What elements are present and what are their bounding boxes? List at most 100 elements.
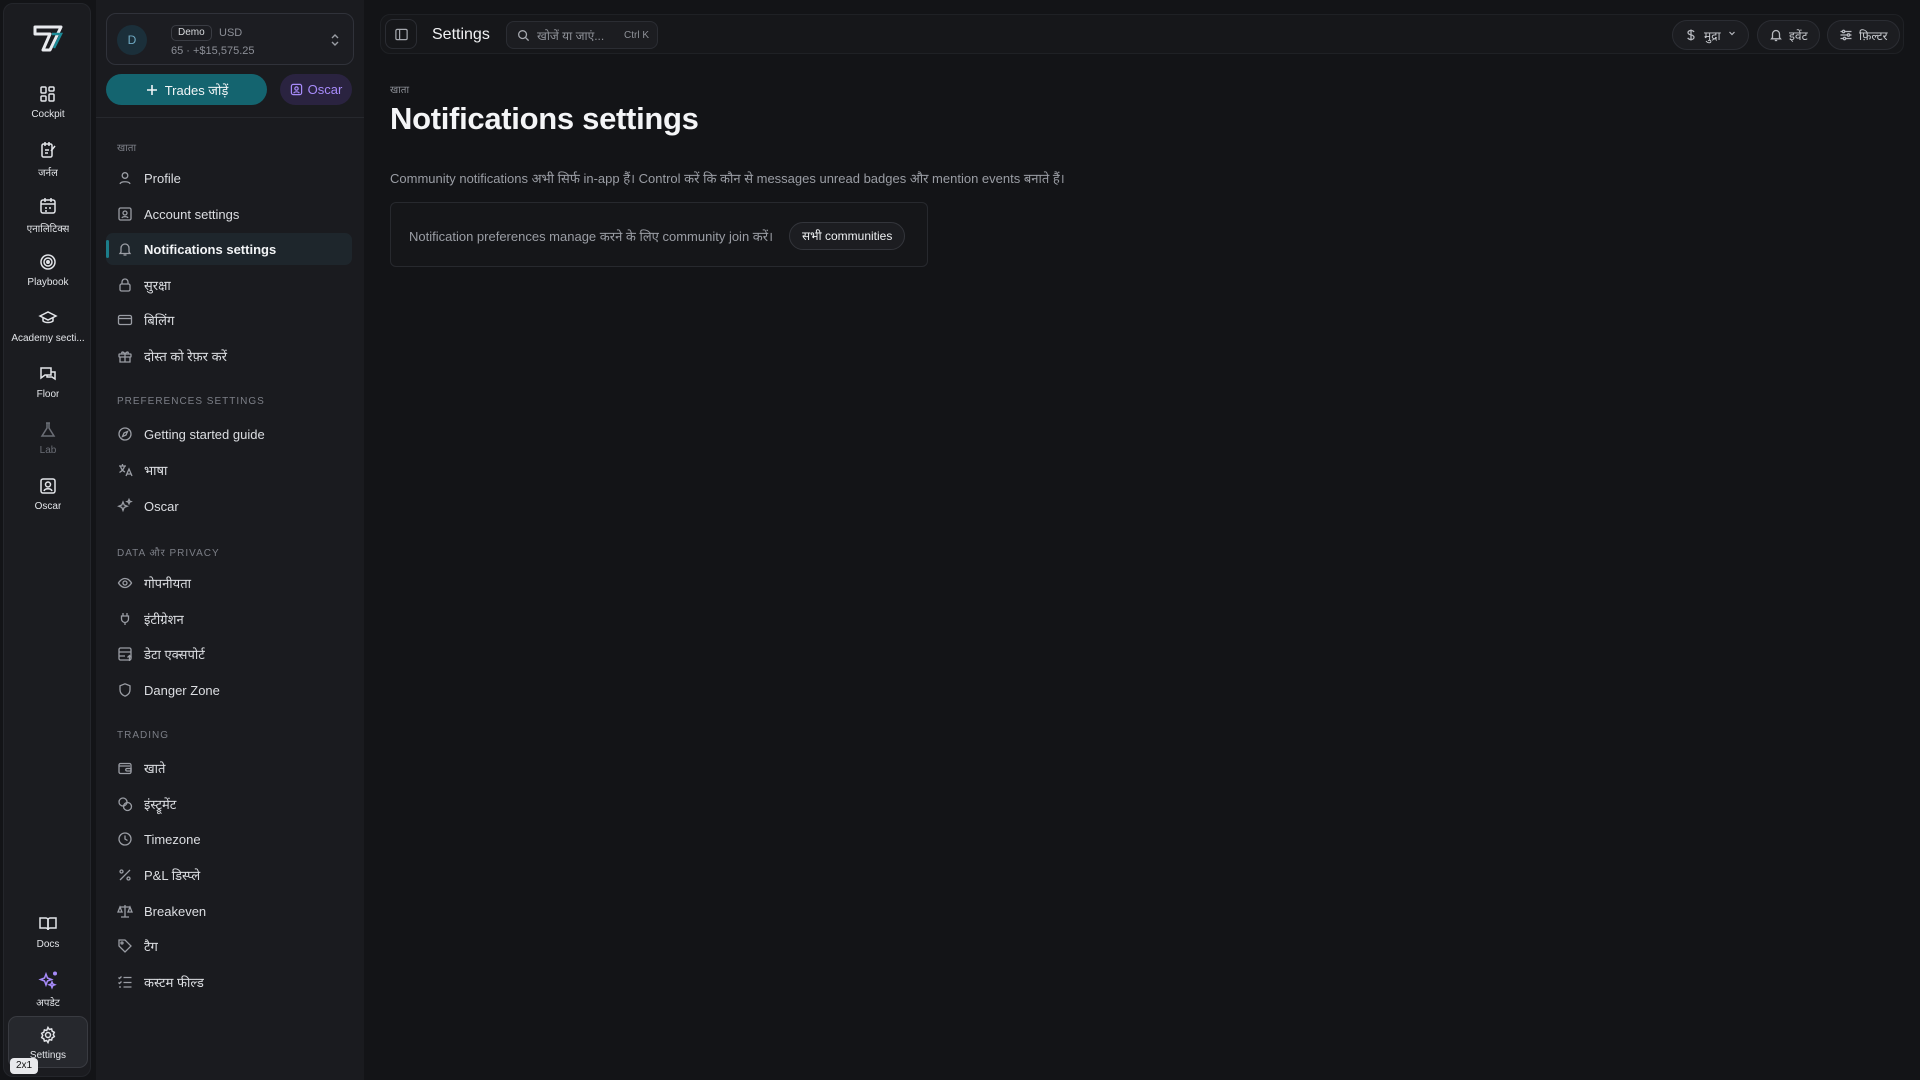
oscar-icon — [38, 476, 58, 496]
currency-dropdown[interactable]: मुद्रा — [1672, 20, 1749, 50]
account-type-badge: Demo — [171, 25, 212, 41]
plus-icon — [145, 83, 159, 97]
shield-icon — [117, 682, 133, 698]
scale-icon — [117, 903, 133, 919]
nav-label: कस्टम फील्ड — [144, 975, 204, 990]
chevron-down-icon — [1727, 28, 1737, 42]
all-communities-button[interactable]: सभी communities — [789, 222, 906, 250]
rail-item-journal[interactable]: जर्नल — [8, 138, 88, 190]
app-logo[interactable] — [30, 20, 66, 56]
coins-icon — [117, 796, 133, 812]
events-button[interactable]: इवेंट — [1757, 20, 1820, 50]
divider — [96, 117, 364, 118]
nav-label: बिलिंग — [144, 313, 175, 328]
nav-label: Notifications settings — [144, 241, 277, 257]
wallet-icon — [117, 760, 133, 776]
gift-icon — [117, 348, 133, 364]
clock-icon — [117, 831, 133, 847]
nav-item-danger-zone[interactable]: Danger Zone — [106, 674, 352, 706]
rail-item-docs[interactable]: Docs — [8, 912, 88, 964]
account-switcher[interactable]: D Demo USD 65 · +$15,575.25 — [106, 13, 354, 65]
rail-label: जर्नल — [38, 168, 58, 179]
oscar-button[interactable]: Oscar — [280, 74, 352, 105]
nav-label: Breakeven — [144, 903, 207, 919]
nav-item-getting-started[interactable]: Getting started guide — [106, 418, 352, 450]
top-bar: Settings खोजें या जाएं... Ctrl K मुद्रा … — [380, 14, 1904, 54]
nav-label: खाते — [144, 761, 166, 776]
rail-label: Academy secti... — [11, 333, 85, 344]
rail-label: Docs — [36, 939, 60, 950]
compass-icon — [117, 426, 133, 442]
search-shortcut: Ctrl K — [624, 29, 649, 41]
nav-item-privacy[interactable]: गोपनीयता — [106, 567, 352, 599]
rail-label: एनालिटिक्स — [26, 224, 70, 235]
bell-icon — [117, 241, 133, 257]
rail-item-floor[interactable]: Floor — [8, 362, 88, 414]
currency-label: मुद्रा — [1704, 28, 1721, 43]
shortcut-badge: 2x1 — [10, 1058, 39, 1074]
nav-item-profile[interactable]: Profile — [106, 162, 352, 194]
nav-label: डेटा एक्सपोर्ट — [144, 647, 205, 662]
nav-item-billing[interactable]: बिलिंग — [106, 304, 352, 336]
sparkles-icon — [117, 498, 133, 514]
nav-item-custom-fields[interactable]: कस्टम फील्ड — [106, 966, 352, 998]
nav-item-tags[interactable]: टैग — [106, 930, 352, 962]
nav-item-breakeven[interactable]: Breakeven — [106, 895, 352, 927]
rail-item-analytics[interactable]: एनालिटिक्स — [8, 194, 88, 246]
search-input[interactable]: खोजें या जाएं... Ctrl K — [506, 21, 658, 49]
nav-item-notifications-settings[interactable]: Notifications settings — [106, 233, 352, 265]
nav-item-pnl-display[interactable]: P&L डिस्प्ले — [106, 859, 352, 891]
rail-item-oscar[interactable]: Oscar — [8, 474, 88, 526]
settings-icon — [38, 1025, 58, 1045]
tag-icon — [117, 938, 133, 954]
credit-card-icon — [117, 312, 133, 328]
database-export-icon — [117, 646, 133, 662]
rail-item-updates[interactable]: अपडेट — [8, 968, 88, 1020]
settings-sidebar: D Demo USD 65 · +$15,575.25 Trades जोड़े… — [96, 0, 364, 1080]
nav-item-refer-friend[interactable]: दोस्त को रेफ़र करें — [106, 340, 352, 372]
events-label: इवेंट — [1789, 28, 1808, 43]
nav-label: गोपनीयता — [144, 576, 191, 591]
rail-item-playbook[interactable]: Playbook — [8, 250, 88, 302]
nav-label: Oscar — [144, 498, 179, 514]
nav-label: Account settings — [144, 206, 240, 222]
card-message: Notification preferences manage करने के … — [409, 229, 774, 244]
page-title: Notifications settings — [390, 101, 699, 136]
nav-item-language[interactable]: भाषा — [106, 454, 352, 486]
rail-label: अपडेट — [36, 998, 60, 1009]
rail-label: Cockpit — [31, 109, 65, 120]
eye-icon — [117, 575, 133, 591]
nav-item-instruments[interactable]: इंस्ट्रूमेंट — [106, 788, 352, 820]
avatar: D — [117, 25, 147, 55]
nav-item-data-export[interactable]: डेटा एक्सपोर्ट — [106, 638, 352, 670]
panel-left-icon — [394, 27, 409, 42]
account-summary: 65 · +$15,575.25 — [171, 45, 255, 57]
sliders-icon — [1839, 28, 1853, 42]
rail-item-cockpit[interactable]: Cockpit — [8, 82, 88, 134]
section-label-trading: Trading — [117, 730, 169, 741]
chevron-up-down-icon — [329, 32, 341, 48]
nav-label: सुरक्षा — [144, 278, 171, 293]
sidebar-toggle-button[interactable] — [385, 19, 417, 49]
dollar-icon — [1684, 28, 1698, 42]
playbook-icon — [38, 252, 58, 272]
filter-button[interactable]: फ़िल्टर — [1827, 20, 1900, 50]
add-trades-button[interactable]: Trades जोड़ें — [106, 74, 267, 105]
rail-item-lab[interactable]: Lab — [8, 418, 88, 470]
nav-item-account-settings[interactable]: Account settings — [106, 198, 352, 230]
nav-item-accounts[interactable]: खाते — [106, 752, 352, 784]
nav-item-integrations[interactable]: इंटीग्रेशन — [106, 603, 352, 635]
rail-item-academy[interactable]: Academy secti... — [8, 306, 88, 358]
oscar-label: Oscar — [307, 82, 343, 97]
nav-item-security[interactable]: सुरक्षा — [106, 269, 352, 301]
nav-item-oscar[interactable]: Oscar — [106, 490, 352, 522]
nav-label: Timezone — [144, 831, 201, 847]
nav-label: इंटीग्रेशन — [144, 612, 184, 627]
section-label-account: खाता — [117, 143, 137, 154]
floor-icon — [38, 364, 58, 384]
nav-item-timezone[interactable]: Timezone — [106, 823, 352, 855]
id-card-icon — [117, 206, 133, 222]
search-icon — [517, 29, 530, 42]
translate-icon — [117, 462, 133, 478]
add-trades-label: Trades जोड़ें — [164, 82, 229, 98]
